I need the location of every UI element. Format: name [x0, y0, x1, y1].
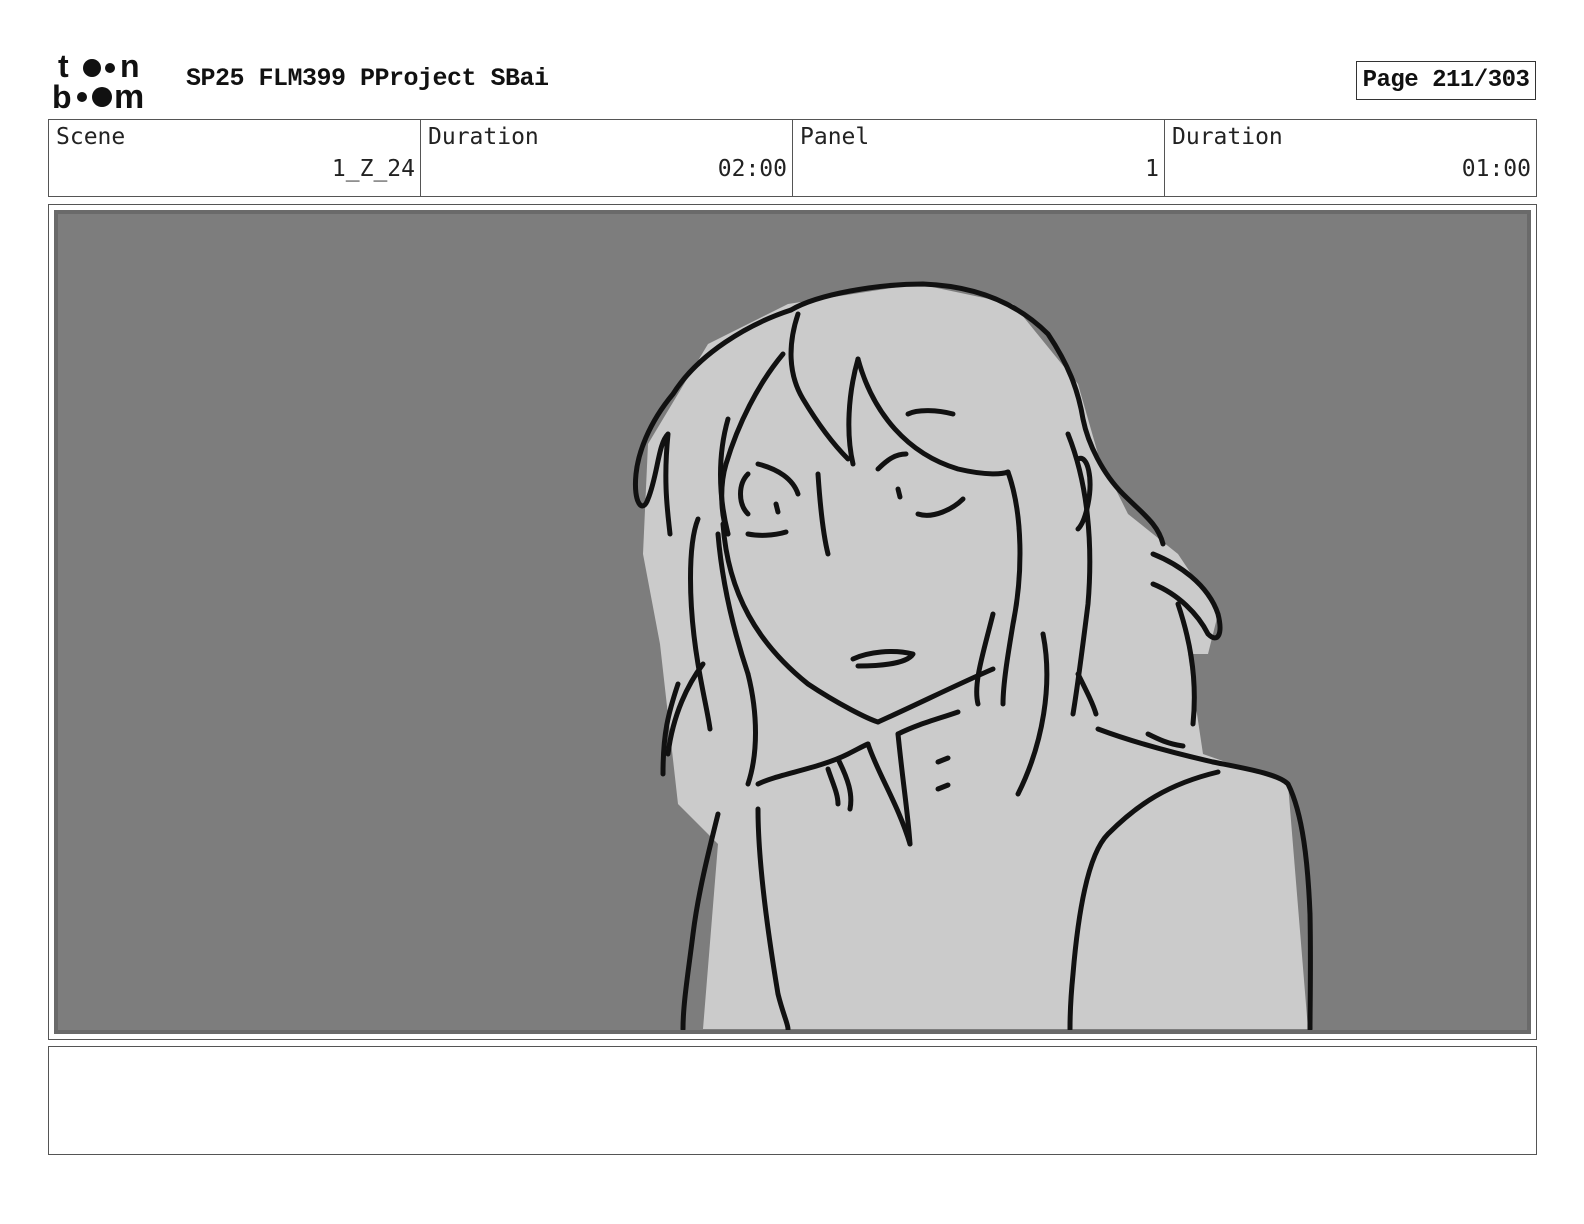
- panel-duration-cell: Duration 01:00: [1165, 120, 1536, 196]
- toonboom-logo: t n b m: [52, 50, 144, 112]
- panel-cell: Panel 1: [793, 120, 1165, 196]
- scene-duration-label: Duration: [428, 124, 539, 150]
- logo-dot-large: [83, 59, 101, 77]
- panel-drawing-area: [54, 210, 1531, 1034]
- panel-duration-label: Duration: [1172, 124, 1283, 150]
- storyboard-frame: [48, 204, 1537, 1040]
- scene-label: Scene: [56, 124, 126, 150]
- page-indicator: Page 211/303: [1356, 61, 1536, 100]
- scene-cell: Scene 1_Z_24: [49, 120, 421, 196]
- project-title: SP25 FLM399 PProject SBai: [186, 64, 549, 93]
- logo-letter-m: m: [114, 78, 144, 112]
- panel-label: Panel: [800, 124, 870, 150]
- panel-duration-value: 01:00: [1461, 156, 1531, 182]
- scene-value: 1_Z_24: [331, 156, 415, 182]
- scene-duration-cell: Duration 02:00: [421, 120, 793, 196]
- logo-dot-small-2: [77, 92, 87, 102]
- logo-dot-large-2: [92, 87, 112, 107]
- panel-notes: [48, 1046, 1537, 1155]
- character-sketch: [632, 281, 1313, 1030]
- panel-info-row: Scene 1_Z_24 Duration 02:00 Panel 1 Dura…: [48, 119, 1537, 197]
- logo-dot-small: [105, 63, 115, 73]
- panel-value: 1: [1145, 156, 1159, 182]
- scene-duration-value: 02:00: [717, 156, 787, 182]
- logo-letter-b: b: [52, 79, 72, 112]
